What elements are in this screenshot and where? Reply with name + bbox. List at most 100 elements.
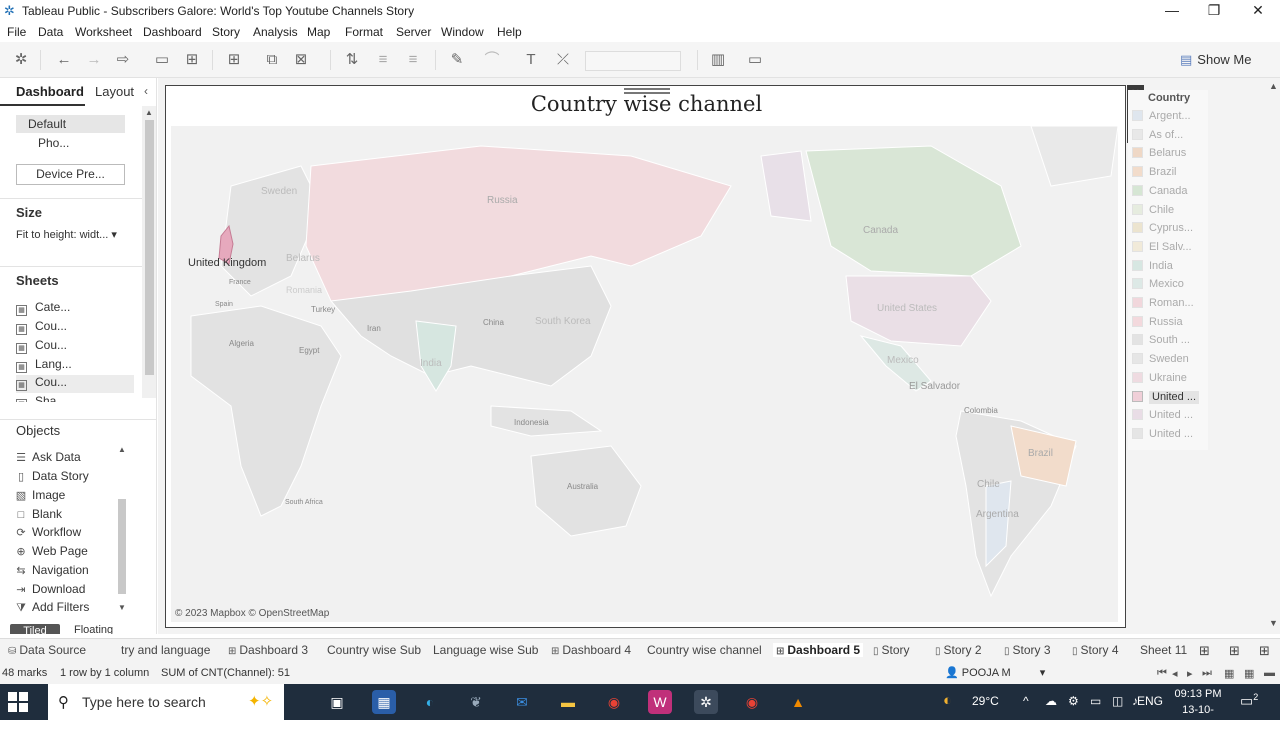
settings-tray-icon[interactable]: ⚙ <box>1068 694 1079 708</box>
redo-icon[interactable]: → <box>83 50 105 70</box>
menu-data[interactable]: Data <box>38 25 63 39</box>
show-me-button[interactable]: ▤ Show Me <box>1180 52 1252 68</box>
cloud-icon[interactable]: ☁ <box>1045 694 1057 708</box>
presentation-mode-icon[interactable]: ▭ <box>744 50 766 70</box>
tray-overflow-icon[interactable]: ^ <box>1023 694 1029 708</box>
sort-ascending-icon[interactable]: ≡ <box>372 50 394 70</box>
object-workflow[interactable]: ⟳ Workflow <box>14 525 118 543</box>
duplicate-sheet-icon[interactable]: ⧉ <box>261 50 283 70</box>
taskbar-search[interactable]: ⚲ Type here to search ✦✧ <box>48 684 284 720</box>
cards-icon[interactable]: ▥ <box>707 50 729 70</box>
tableau-logo-icon[interactable]: ✲ <box>10 50 32 70</box>
last-sheet-icon[interactable]: ⏭ <box>1202 667 1212 680</box>
legend-item[interactable]: Cyprus... <box>1132 222 1202 239</box>
swap-icon[interactable]: ⇅ <box>341 50 363 70</box>
panel-scrollbar[interactable]: ▲ <box>142 106 156 398</box>
fix-axes-icon[interactable]: ⤫ <box>552 50 574 70</box>
legend-item[interactable]: United ... <box>1132 427 1202 445</box>
floating-button[interactable]: Floating <box>74 624 113 634</box>
legend-item[interactable]: Brazil <box>1132 166 1202 183</box>
world-map[interactable]: United Kingdom Russia Canada United Stat… <box>171 126 1118 622</box>
object-download[interactable]: ⇥ Download <box>14 582 118 600</box>
sheet-item[interactable]: ▦ Cate... <box>16 300 134 318</box>
microsoft-store-icon[interactable]: ▦ <box>372 690 396 714</box>
menu-format[interactable]: Format <box>345 25 383 39</box>
vlc-icon[interactable]: ▲ <box>786 690 810 714</box>
tab-sheet[interactable]: Language wise Sub <box>433 643 538 657</box>
tab-dashboard[interactable]: Dashboard <box>16 84 84 99</box>
undo-icon[interactable]: ← <box>53 50 75 70</box>
weather-icon[interactable]: ◐ <box>943 692 952 709</box>
replay-icon[interactable]: ⇨ <box>112 50 134 70</box>
menu-story[interactable]: Story <box>212 25 240 39</box>
edge-browser-icon[interactable]: ◐ <box>418 690 442 714</box>
battery-icon[interactable]: ▭ <box>1090 694 1101 708</box>
legend-item[interactable]: Chile <box>1132 203 1202 221</box>
show-filmstrip-icon[interactable]: ▦ <box>1224 667 1234 680</box>
tab-story-3[interactable]: ▯ Story 3 <box>1004 643 1051 657</box>
new-dashboard-icon[interactable]: ⊞ <box>1229 643 1240 659</box>
canvas-scrollbar[interactable]: ▲ ▼ <box>1266 78 1280 634</box>
group-icon[interactable]: ⌒ <box>481 50 503 70</box>
sheet-item-selected[interactable]: ▦ Cou... <box>16 375 134 393</box>
legend-item[interactable]: South ... <box>1132 334 1202 351</box>
tiled-button[interactable]: Tiled <box>10 624 60 634</box>
fit-dropdown[interactable] <box>585 51 681 71</box>
tab-story[interactable]: ▯ Story <box>873 643 910 657</box>
scroll-down-icon[interactable]: ▼ <box>1269 618 1278 628</box>
new-data-source-icon[interactable]: ⊞ <box>181 50 203 70</box>
next-sheet-icon[interactable]: ▸ <box>1187 667 1193 680</box>
tab-dashboard-3[interactable]: ⊞ Dashboard 3 <box>228 643 308 657</box>
tab-sheet[interactable]: Sheet 11 <box>1140 643 1187 657</box>
clear-sheet-icon[interactable]: ⊠ <box>290 50 312 70</box>
legend-item[interactable]: United ... <box>1132 390 1202 408</box>
tab-sheet[interactable]: try and language <box>121 643 210 657</box>
collapse-panel-icon[interactable]: ‹ <box>144 84 148 98</box>
user-menu[interactable]: 👤 POOJA M ▾ <box>945 666 1045 679</box>
clock[interactable]: 09:13 PM 13-10-2023 <box>1170 686 1226 734</box>
sheet-item[interactable]: ▦ Cou... <box>16 338 134 356</box>
menu-server[interactable]: Server <box>396 25 431 39</box>
chrome-profile-icon[interactable]: ◉ <box>740 690 764 714</box>
device-default[interactable]: Default <box>16 115 125 133</box>
menu-worksheet[interactable]: Worksheet <box>75 25 132 39</box>
tab-story-2[interactable]: ▯ Story 2 <box>935 643 982 657</box>
restore-button[interactable]: ❐ <box>1192 0 1236 22</box>
save-icon[interactable]: ▭ <box>151 50 173 70</box>
menu-help[interactable]: Help <box>497 25 522 39</box>
prev-sheet-icon[interactable]: ◂ <box>1172 667 1178 680</box>
menu-window[interactable]: Window <box>441 25 484 39</box>
sheet-item[interactable]: ▦ Lang... <box>16 357 134 375</box>
network-icon[interactable]: ◫ <box>1112 694 1123 708</box>
legend-item[interactable]: Argent... <box>1132 110 1202 127</box>
object-data-story[interactable]: ▯ Data Story <box>14 469 118 487</box>
windows-start-icon[interactable] <box>8 692 30 712</box>
object-ask-data[interactable]: ☰ Ask Data <box>14 450 118 468</box>
sort-descending-icon[interactable]: ≡ <box>402 50 424 70</box>
legend-item[interactable]: Russia <box>1132 315 1202 333</box>
highlight-icon[interactable]: ✎ <box>446 50 468 70</box>
legend-item[interactable]: Sweden <box>1132 353 1202 370</box>
device-preview-button[interactable]: Device Pre... <box>16 164 125 185</box>
file-explorer-icon[interactable]: ▬ <box>556 690 580 714</box>
menu-dashboard[interactable]: Dashboard <box>143 25 202 39</box>
show-tabs-icon[interactable]: ▬ <box>1264 667 1275 679</box>
show-labels-icon[interactable]: T <box>520 50 542 70</box>
language-indicator[interactable]: ENG <box>1137 694 1163 708</box>
map-attribution[interactable]: © 2023 Mapbox © OpenStreetMap <box>175 608 329 619</box>
size-dropdown[interactable]: Fit to height: widt... ▾ <box>16 228 128 241</box>
wps-office-icon[interactable]: W <box>648 690 672 714</box>
menu-analysis[interactable]: Analysis <box>253 25 298 39</box>
close-window-button[interactable]: ✕ <box>1236 0 1280 22</box>
legend-item[interactable]: Canada <box>1132 184 1202 202</box>
object-navigation[interactable]: ⇆ Navigation <box>14 563 118 581</box>
tab-dashboard-5[interactable]: ⊞ Dashboard 5 <box>773 643 864 657</box>
menu-file[interactable]: File <box>7 25 26 39</box>
legend-item[interactable]: Belarus <box>1132 147 1202 164</box>
legend-item[interactable]: United ... <box>1132 409 1202 426</box>
tab-sheet[interactable]: Country wise channel <box>647 643 762 657</box>
legend-item[interactable]: India <box>1132 259 1202 277</box>
new-sheet-icon[interactable]: ⊞ <box>223 50 245 70</box>
tab-data-source[interactable]: ⛁ Data Source <box>8 643 86 657</box>
tableau-taskbar-icon[interactable]: ✲ <box>694 690 718 714</box>
